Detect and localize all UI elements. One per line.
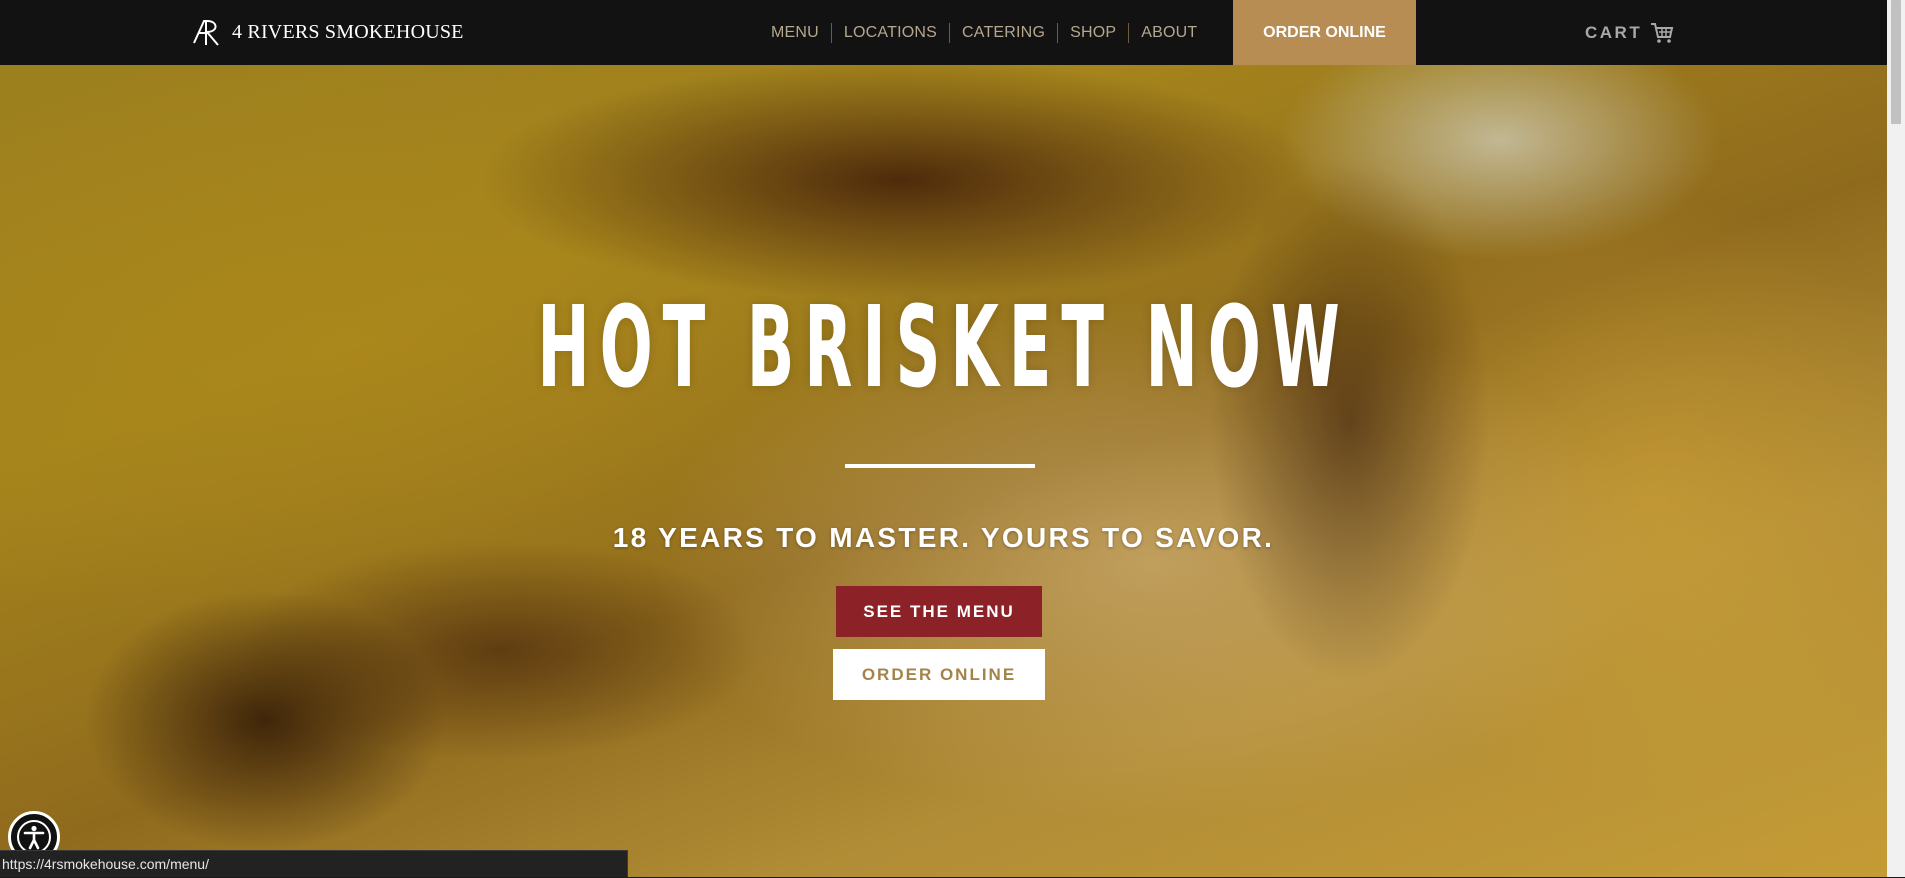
brand-logo[interactable]: 4 RIVERS SMOKEHOUSE: [190, 14, 464, 50]
nav-item-shop[interactable]: SHOP: [1058, 22, 1130, 43]
see-the-menu-button[interactable]: SEE THE MENU: [836, 586, 1042, 637]
hero-tagline: 18 YEARS TO MASTER. YOURS TO SAVOR.: [612, 522, 1275, 553]
nav-item-catering[interactable]: CATERING: [950, 22, 1059, 43]
scrollbar-thumb[interactable]: [1891, 0, 1901, 124]
order-online-button[interactable]: ORDER ONLINE: [833, 649, 1045, 700]
hero-background: [0, 0, 1887, 877]
nav-item-about[interactable]: ABOUT: [1129, 23, 1209, 43]
cart-icon: [1651, 23, 1674, 43]
cart-label: CART: [1585, 23, 1643, 42]
top-navigation-bar: 4 RIVERS SMOKEHOUSE MENU LOCATIONS CATER…: [0, 0, 1887, 65]
cart-link[interactable]: CART: [1585, 22, 1674, 44]
brand-name: 4 RIVERS SMOKEHOUSE: [232, 20, 464, 43]
logo-mark-icon: [193, 19, 219, 46]
nav-item-locations[interactable]: LOCATIONS: [832, 22, 950, 43]
hero-overlay: [0, 0, 1887, 877]
hero-headline: HOT BRISKET NOW: [537, 283, 1350, 413]
page-scrollbar[interactable]: [1887, 0, 1905, 877]
nav-item-menu[interactable]: MENU: [762, 22, 832, 43]
main-nav: MENU LOCATIONS CATERING SHOP ABOUT: [762, 0, 1209, 65]
order-online-nav-button[interactable]: ORDER ONLINE: [1233, 0, 1416, 65]
browser-status-bar: https://4rsmokehouse.com/menu/: [0, 850, 628, 877]
hero-divider: [845, 464, 1035, 468]
